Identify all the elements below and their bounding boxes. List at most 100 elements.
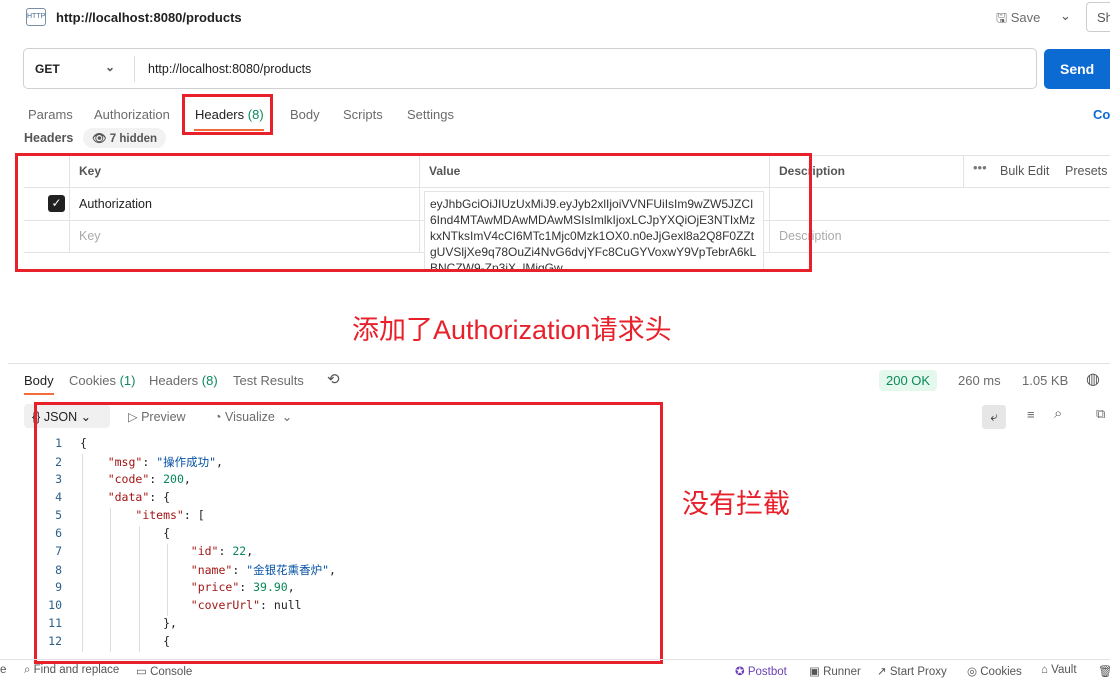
runner-icon: ▣: [809, 666, 820, 678]
http-icon: HTTP: [26, 8, 46, 26]
divider: [134, 56, 135, 82]
runner-button[interactable]: ▣ Runner: [809, 664, 861, 678]
indent-guide: [82, 472, 83, 490]
indent-guide: [82, 598, 83, 616]
headers-label: Headers: [24, 131, 74, 145]
wrap-lines-button[interactable]: ⤶: [982, 405, 1006, 429]
find-replace-button[interactable]: ⌕ Find and replace: [24, 664, 119, 677]
code-token: {: [163, 634, 171, 648]
code-line: 6 {: [40, 526, 170, 544]
search-icon[interactable]: ⌕: [1054, 405, 1062, 422]
header-enabled-checkbox[interactable]: ✓: [48, 195, 65, 212]
code-token: "msg": [107, 455, 143, 469]
code-token: :: [142, 455, 157, 469]
code-line: 12 {: [40, 634, 170, 652]
line-number: 6: [55, 526, 62, 540]
globe-icon[interactable]: ◍: [1086, 369, 1100, 389]
code-token: :: [218, 544, 233, 558]
code-token: 22: [232, 544, 247, 558]
eye-icon: 👁: [92, 133, 110, 145]
postbot-button[interactable]: ✪ Postbot: [735, 664, 787, 678]
new-key-input[interactable]: Key: [79, 229, 101, 243]
tab-authorization[interactable]: Authorization: [94, 107, 170, 122]
hidden-headers-toggle[interactable]: 👁 7 hidden: [83, 128, 167, 148]
response-size: 1.05 KB: [1022, 373, 1069, 388]
indent-guide: [82, 526, 83, 544]
trash-icon[interactable]: 🗑: [1098, 664, 1110, 678]
cookies-button[interactable]: ◎ Cookies: [967, 664, 1022, 678]
indent-guide: [110, 580, 112, 598]
line-number: 7: [55, 544, 62, 558]
url-input[interactable]: http://localhost:8080/products: [148, 62, 311, 76]
history-icon[interactable]: ⟲: [327, 370, 340, 388]
save-button[interactable]: 🖫 Save: [996, 9, 1040, 31]
tab-headers[interactable]: Headers (8): [195, 107, 264, 122]
indent-guide: [138, 580, 140, 598]
more-icon[interactable]: •••: [973, 160, 987, 175]
send-button[interactable]: Send: [1044, 49, 1110, 89]
start-proxy-button[interactable]: ↗ Start Proxy: [877, 664, 947, 678]
copy-icon[interactable]: ⧉: [1096, 406, 1105, 422]
indent-guide: [110, 508, 112, 526]
method-select[interactable]: GET ⌄: [35, 60, 130, 76]
indent-guide: [82, 616, 83, 634]
visualize-button[interactable]: ◔ Visualize ⌄: [214, 409, 292, 424]
tab-scripts[interactable]: Scripts: [343, 107, 383, 122]
code-token: "code": [107, 472, 150, 486]
console-button[interactable]: ▭ Console: [136, 664, 192, 678]
response-tab-headers[interactable]: Headers (8): [149, 373, 218, 388]
share-button[interactable]: Sh: [1086, 2, 1110, 32]
code-token: :: [149, 472, 164, 486]
code-token: :: [239, 580, 254, 594]
code-token: :: [232, 563, 247, 577]
presets-button[interactable]: Presets: [1065, 164, 1107, 178]
indent-guide: [167, 562, 169, 580]
indent-guide: [82, 562, 83, 580]
braces-icon: {}: [32, 410, 44, 424]
indent-guide: [110, 562, 112, 580]
code-token: "data": [107, 490, 150, 504]
response-tab-body[interactable]: Body: [24, 373, 54, 388]
status-badge: 200 OK: [879, 370, 938, 391]
code-token: ,: [183, 472, 191, 486]
line-number: 3: [55, 472, 62, 486]
save-dropdown[interactable]: ⌄: [1060, 8, 1071, 24]
indent-guide: [82, 544, 83, 562]
indent-guide: [138, 598, 140, 616]
cookies-link[interactable]: Co: [1093, 107, 1110, 122]
indent-guide: [110, 616, 112, 634]
code-line: 1{: [40, 436, 87, 454]
indent-guide: [82, 580, 83, 598]
line-number: 8: [55, 563, 62, 577]
tab-params[interactable]: Params: [28, 107, 73, 122]
code-token: : {: [149, 490, 171, 504]
annotation-text: 没有拦截: [682, 489, 790, 519]
indent-guide: [82, 508, 83, 526]
code-token: ,: [329, 563, 336, 577]
format-select[interactable]: {} JSON ⌄: [24, 404, 110, 428]
preview-button[interactable]: ▷ Preview: [128, 409, 186, 424]
filter-icon[interactable]: ≡: [1027, 407, 1035, 422]
vault-icon: ⌂: [1041, 664, 1048, 676]
code-token: {: [163, 526, 171, 540]
indent-guide: [138, 526, 140, 544]
new-description-input[interactable]: Description: [779, 229, 842, 243]
indent-guide: [167, 544, 169, 562]
code-token: "items": [135, 508, 184, 522]
code-line: 10 "coverUrl": null: [40, 598, 301, 616]
cookie-icon: ◎: [967, 666, 978, 678]
response-tab-test-results[interactable]: Test Results: [233, 373, 304, 388]
search-icon: ⌕: [24, 664, 31, 676]
header-value-authorization[interactable]: eyJhbGciOiJIUzUxMiJ9.eyJyb2xlIjoiVVNFUiI…: [424, 191, 764, 271]
indent-guide: [138, 634, 140, 652]
response-tab-cookies[interactable]: Cookies (1): [69, 373, 135, 388]
chevron-down-icon: ⌄: [105, 60, 116, 74]
indent-guide: [138, 562, 140, 580]
tab-settings[interactable]: Settings: [407, 107, 454, 122]
bulk-edit-button[interactable]: Bulk Edit: [1000, 164, 1049, 178]
header-key-authorization[interactable]: Authorization: [79, 197, 152, 211]
vault-button[interactable]: ⌂ Vault: [1041, 664, 1077, 676]
tab-body[interactable]: Body: [290, 107, 320, 122]
line-number: 4: [55, 490, 62, 504]
indent-guide: [82, 634, 83, 652]
